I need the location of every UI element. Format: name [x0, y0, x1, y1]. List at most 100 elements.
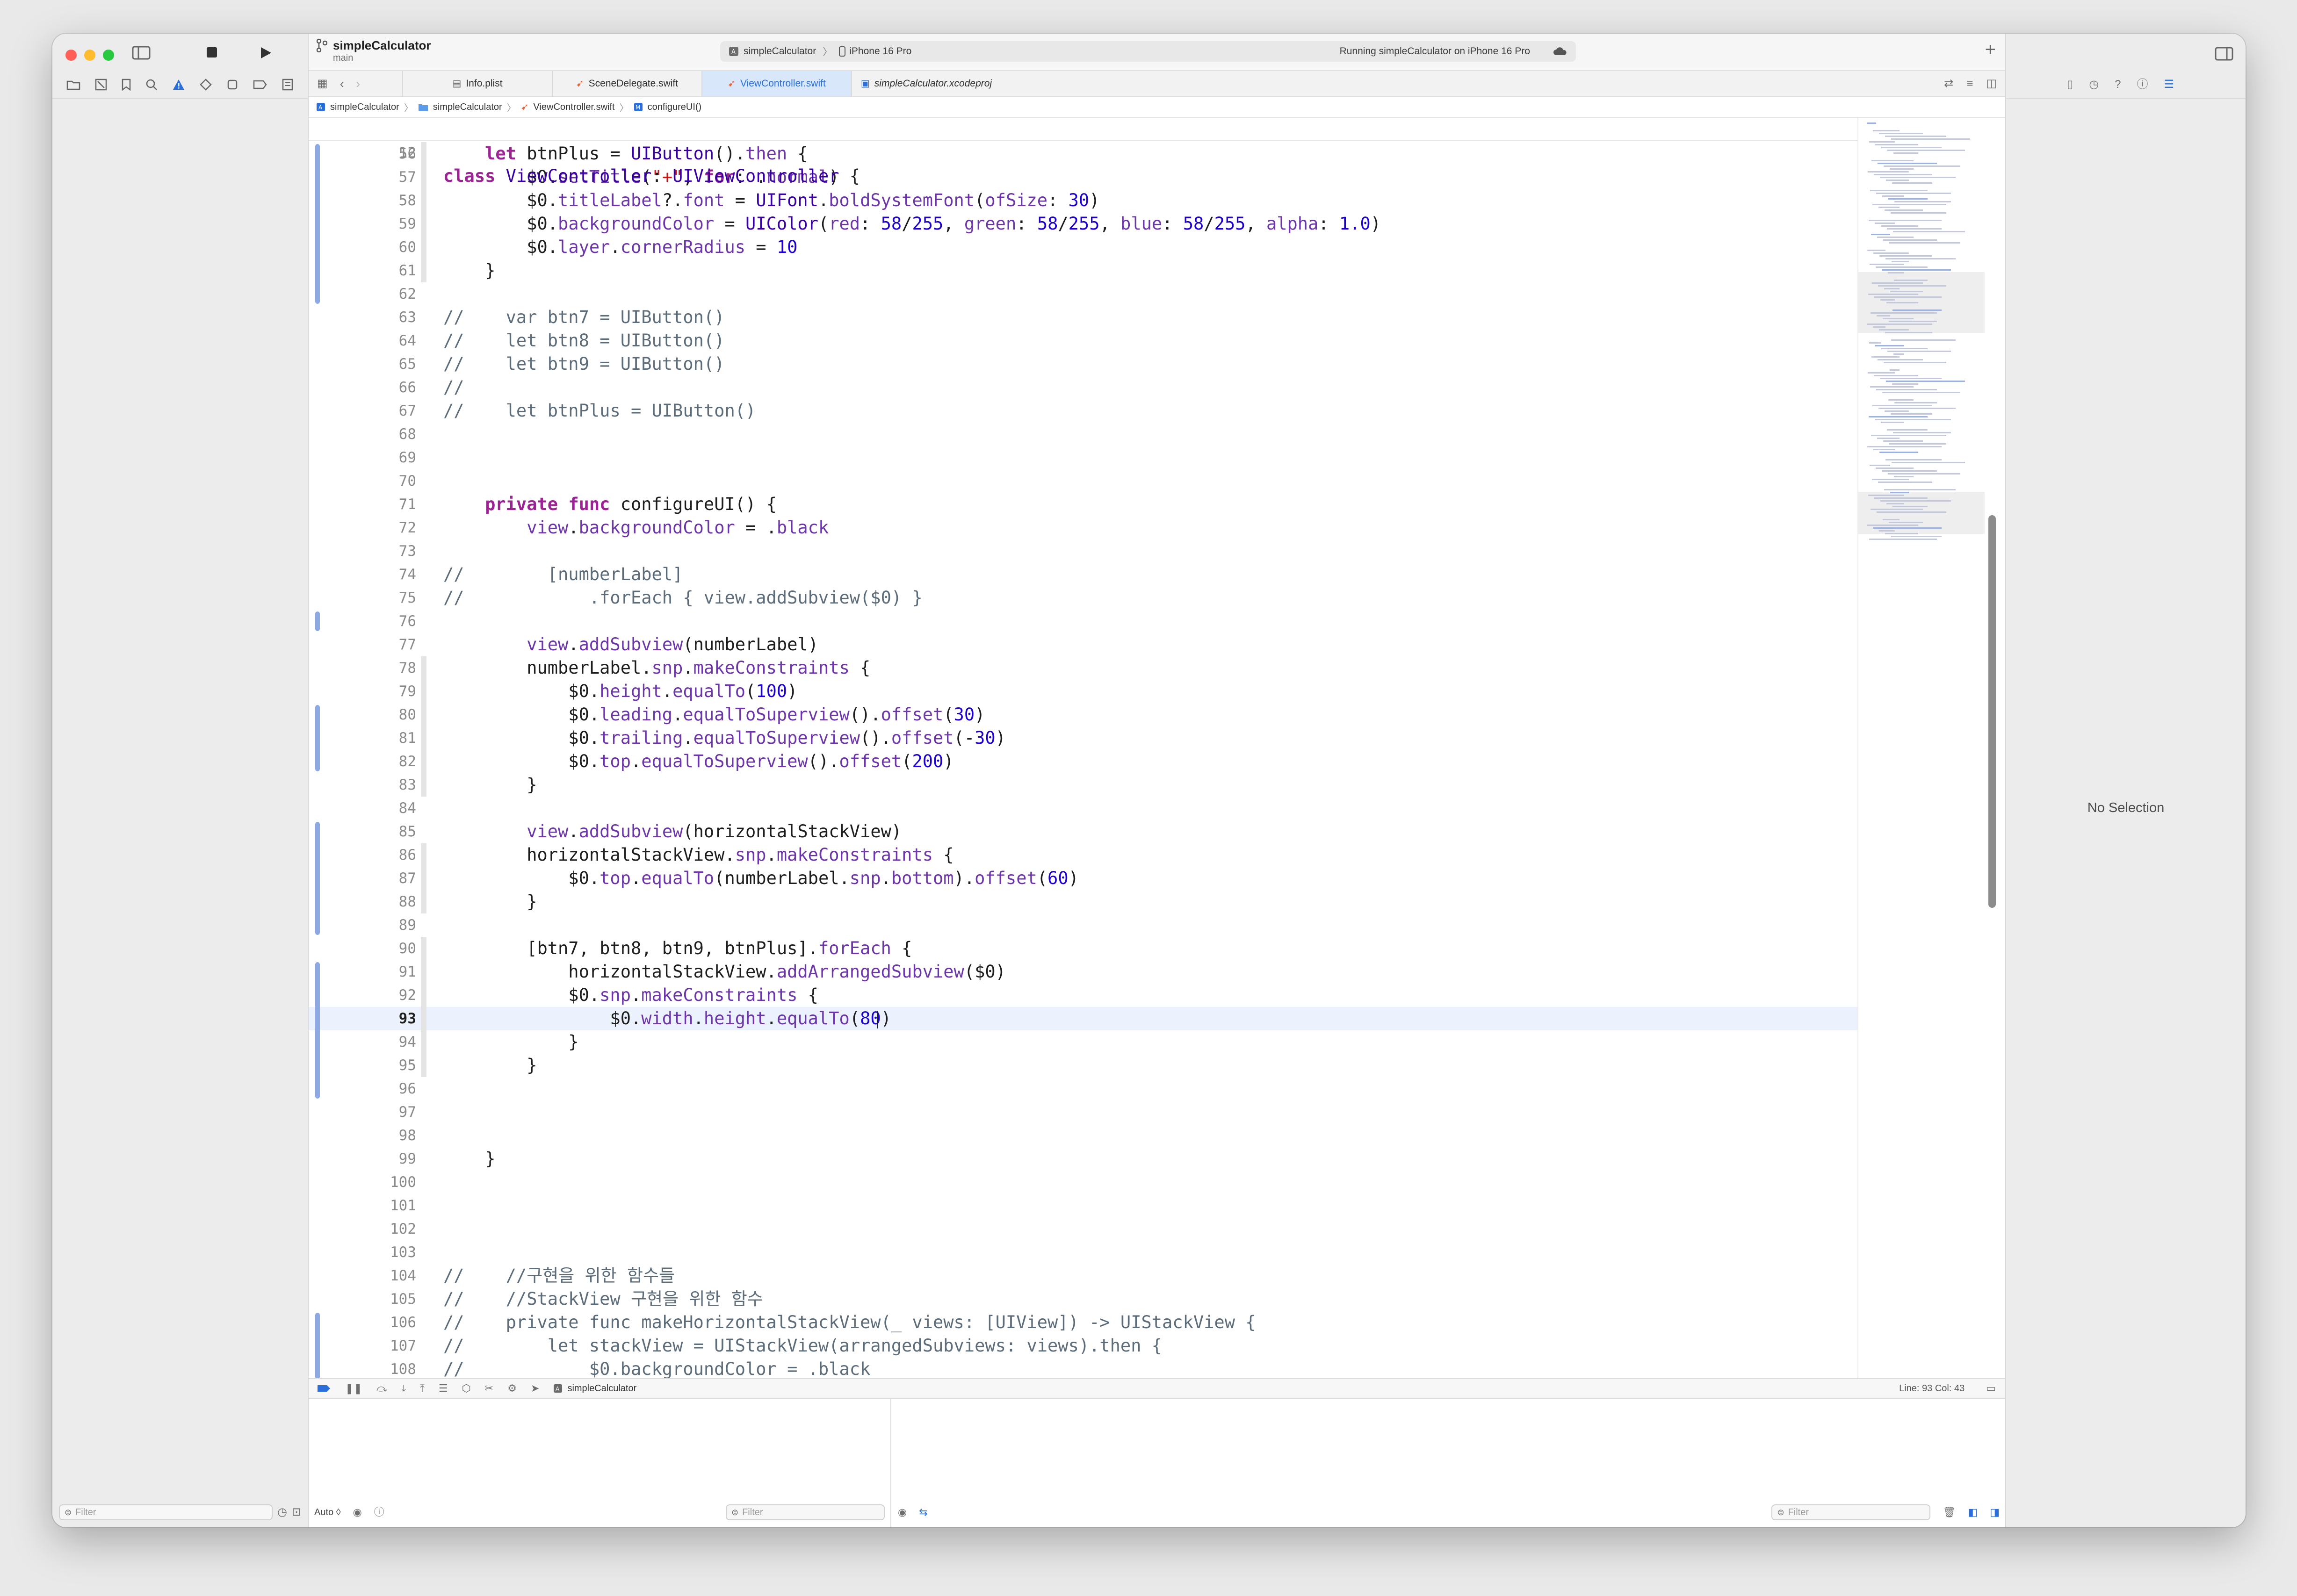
folder-icon[interactable] [66, 79, 80, 90]
refresh-icon[interactable]: ⇄ [1944, 78, 1953, 89]
line-number[interactable]: 78 [309, 656, 416, 680]
line-number[interactable]: 99 [309, 1147, 416, 1171]
scroll-thumb[interactable] [1988, 515, 1996, 908]
code-line[interactable]: 68 [309, 423, 1857, 446]
code-line[interactable]: 107 // let stackView = UIStackView(arrang… [309, 1334, 1857, 1358]
info-icon[interactable]: ⓘ [374, 1507, 384, 1517]
chevron-left-icon[interactable]: ‹ [340, 78, 344, 90]
code-line[interactable]: 63 // var btn7 = UIButton() [309, 306, 1857, 329]
line-number[interactable]: 76 [309, 610, 416, 633]
line-number[interactable]: 107 [309, 1334, 416, 1358]
line-number[interactable]: 75 [309, 586, 416, 610]
line-number[interactable]: 98 [309, 1124, 416, 1147]
minimap[interactable] [1857, 118, 1985, 1378]
code-folding-ribbon[interactable] [421, 142, 426, 282]
line-number[interactable]: 73 [309, 539, 416, 563]
eye-icon[interactable]: ◉ [353, 1507, 362, 1517]
code-line[interactable]: 60 $0.layer.cornerRadius = 10 [309, 236, 1857, 259]
recent-files-icon[interactable]: ◷ [277, 1507, 287, 1518]
console-view[interactable]: ◉ ⇆ ⊜ Filter 🗑 ◧ ◨ [892, 1399, 2005, 1527]
line-number[interactable]: 104 [309, 1264, 416, 1287]
attributes-inspector-icon[interactable]: ☰ [2164, 79, 2174, 90]
close-window-button[interactable] [65, 50, 77, 61]
line-number[interactable]: 100 [309, 1171, 416, 1194]
line-number[interactable]: 83 [309, 773, 416, 797]
change-indicator[interactable] [315, 611, 320, 631]
change-indicator[interactable] [315, 822, 320, 935]
change-indicator[interactable] [315, 705, 320, 771]
code-line[interactable]: 77 view.addSubview(numberLabel) [309, 633, 1857, 656]
line-number[interactable]: 62 [309, 282, 416, 306]
code-line[interactable]: 61 } [309, 259, 1857, 282]
change-indicator[interactable] [315, 962, 320, 1099]
line-number[interactable]: 79 [309, 680, 416, 703]
code-line[interactable]: 103 [309, 1241, 1857, 1264]
code-line[interactable]: 100 [309, 1171, 1857, 1194]
line-number[interactable]: 65 [309, 352, 416, 376]
jumpbar-item-project[interactable]: simpleCalculator [330, 102, 399, 113]
report-icon[interactable] [282, 79, 294, 91]
code-line[interactable]: 84 [309, 797, 1857, 820]
line-number[interactable]: 85 [309, 820, 416, 843]
code-line[interactable]: 92 $0.snp.makeConstraints { [309, 984, 1857, 1007]
code-line[interactable]: 79 $0.height.equalTo(100) [309, 680, 1857, 703]
bookmark-icon[interactable] [122, 79, 131, 91]
code-line[interactable]: 104 // //구현을 위한 함수들 [309, 1264, 1857, 1287]
source-editor[interactable]: 12 class ViewController: UIViewControlle… [309, 118, 1857, 1378]
console-options-icon[interactable]: ⇆ [919, 1507, 927, 1517]
line-number[interactable]: 72 [309, 516, 416, 539]
line-number[interactable]: 81 [309, 726, 416, 750]
line-number[interactable]: 102 [309, 1217, 416, 1241]
code-line[interactable]: 76 [309, 610, 1857, 633]
line-number[interactable]: 91 [309, 960, 416, 984]
line-number[interactable]: 86 [309, 843, 416, 867]
code-line[interactable]: 83 } [309, 773, 1857, 797]
navigator-filter-field[interactable]: ⊜ Filter [59, 1504, 273, 1520]
identity-inspector-icon[interactable]: ⓘ [2137, 79, 2148, 90]
line-number[interactable]: 106 [309, 1311, 416, 1334]
code-line[interactable]: 98 [309, 1124, 1857, 1147]
line-number[interactable]: 82 [309, 750, 416, 773]
line-number[interactable]: 67 [309, 399, 416, 423]
line-number[interactable]: 108 [309, 1358, 416, 1378]
line-number[interactable]: 77 [309, 633, 416, 656]
line-number[interactable]: 96 [309, 1077, 416, 1100]
line-number[interactable]: 93 [309, 1007, 416, 1030]
view-hierarchy-icon[interactable]: ☰ [439, 1383, 448, 1394]
code-line[interactable]: 80 $0.leading.equalToSuperview().offset(… [309, 703, 1857, 726]
line-number[interactable]: 89 [309, 913, 416, 937]
editor-tab[interactable]: ➹ SceneDelegate.swift [552, 71, 701, 96]
code-line[interactable]: 101 [309, 1194, 1857, 1217]
destination-name[interactable]: iPhone 16 Pro [849, 46, 911, 57]
step-out-icon[interactable]: ⤒ [420, 1383, 425, 1394]
code-folding-ribbon[interactable] [421, 843, 426, 913]
debug-process-name[interactable]: simpleCalculator [567, 1383, 636, 1394]
code-line[interactable]: 59 $0.backgroundColor = UIColor(red: 58/… [309, 212, 1857, 236]
debug-icon[interactable] [226, 79, 238, 91]
grid-icon[interactable]: ▦ [317, 78, 328, 89]
source-control-filter-icon[interactable]: ⊡ [292, 1507, 301, 1518]
line-number[interactable]: 88 [309, 890, 416, 913]
code-line[interactable]: 106 // private func makeHorizontalStackVi… [309, 1311, 1857, 1334]
split-editor-icon[interactable]: ◫ [1986, 78, 1997, 89]
code-line[interactable]: 74 // [numberLabel] [309, 563, 1857, 586]
code-line[interactable]: 88 } [309, 890, 1857, 913]
issue-warning-icon[interactable] [172, 79, 185, 91]
file-inspector-icon[interactable]: ▯ [2067, 79, 2073, 90]
code-line[interactable]: 75 // .forEach { view.addSubview($0) } [309, 586, 1857, 610]
chevron-right-icon[interactable]: › [356, 78, 360, 90]
code-line[interactable]: 70 [309, 469, 1857, 493]
breakpoints-toggle-icon[interactable] [317, 1385, 331, 1392]
line-number[interactable]: 84 [309, 797, 416, 820]
inspector-toggle-icon[interactable] [2215, 47, 2233, 61]
line-number[interactable]: 69 [309, 446, 416, 469]
minimize-window-button[interactable] [84, 50, 95, 61]
code-line[interactable]: 91 horizontalStackView.addArrangedSubvie… [309, 960, 1857, 984]
code-line[interactable]: 64 // let btn8 = UIButton() [309, 329, 1857, 352]
sidebar-toggle-icon[interactable] [132, 46, 151, 60]
trash-icon[interactable]: 🗑 [1943, 1507, 1956, 1517]
line-number[interactable]: 92 [309, 984, 416, 1007]
variables-filter-field[interactable]: ⊜ Filter [726, 1504, 885, 1520]
code-line[interactable]: 71 private func configureUI() { [309, 493, 1857, 516]
line-number[interactable]: 105 [309, 1287, 416, 1311]
